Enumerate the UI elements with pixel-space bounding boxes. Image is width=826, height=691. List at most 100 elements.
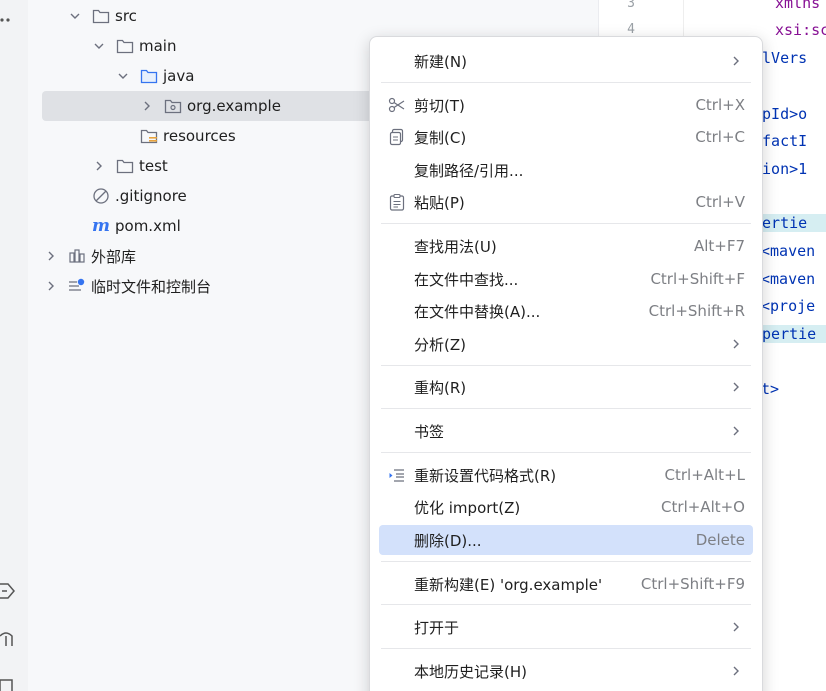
menu-item-analyze[interactable]: 分析(Z)	[379, 329, 753, 359]
chevron-right-icon[interactable]	[44, 249, 58, 263]
maven-icon: m	[92, 216, 110, 236]
menu-item-replace-in-files[interactable]: 在文件中替换(A)... Ctrl+Shift+R	[379, 296, 753, 326]
chevron-down-icon[interactable]	[92, 39, 106, 53]
chevron-right-icon[interactable]	[140, 99, 154, 113]
paste-icon	[388, 193, 406, 211]
menu-separator	[381, 365, 751, 366]
menu-item-label: 删除(D)...	[414, 531, 482, 550]
menu-item-label: 复制(C)	[414, 128, 467, 147]
menu-item-shortcut: Ctrl+Alt+O	[661, 498, 745, 516]
tree-item-label: org.example	[187, 97, 281, 115]
menu-item-find-usages[interactable]: 查找用法(U) Alt+F7	[379, 231, 753, 261]
menu-item-shortcut: Delete	[695, 531, 745, 549]
menu-item-refactor[interactable]: 重构(R)	[379, 372, 753, 402]
package-icon	[164, 97, 182, 115]
menu-item-new[interactable]: 新建(N)	[379, 46, 753, 76]
menu-separator	[381, 223, 751, 224]
menu-item-label: 复制路径/引用...	[414, 161, 524, 180]
tree-item-org-example[interactable]: org.example	[42, 91, 382, 121]
menu-item-label: 重构(R)	[414, 378, 467, 397]
menu-item-label: 新建(N)	[414, 52, 467, 71]
code-token: pertie	[753, 214, 826, 232]
menu-item-label: 剪切(T)	[414, 96, 465, 115]
menu-item-label: 重新构建(E) 'org.example'	[414, 575, 603, 594]
tree-item-main[interactable]: main	[92, 31, 176, 61]
menu-item-label: 本地历史记录(H)	[414, 662, 527, 681]
tree-item-label: java	[163, 67, 195, 85]
chevron-right-icon	[731, 337, 741, 351]
more-icon[interactable]	[0, 8, 18, 26]
menu-item-shortcut: Ctrl+Shift+R	[648, 302, 745, 320]
menu-separator	[381, 561, 751, 562]
code-token: <maven	[761, 270, 816, 288]
tree-item-gitignore[interactable]: .gitignore	[92, 181, 187, 211]
menu-item-label: 书签	[414, 422, 445, 441]
menu-item-shortcut: Ctrl+X	[695, 96, 745, 114]
chevron-right-icon	[731, 664, 741, 678]
menu-item-shortcut: Ctrl+V	[695, 193, 745, 211]
menu-item-label: 在文件中替换(A)...	[414, 302, 541, 321]
tree-item-src[interactable]: src	[68, 1, 137, 31]
tree-item-test[interactable]: test	[92, 151, 168, 181]
services-icon[interactable]	[0, 582, 18, 600]
tree-item-pom[interactable]: m pom.xml	[92, 211, 181, 241]
scissors-icon	[388, 96, 406, 114]
menu-item-delete[interactable]: 删除(D)... Delete	[379, 525, 753, 555]
chevron-right-icon[interactable]	[92, 159, 106, 173]
folder-icon	[116, 37, 134, 55]
menu-item-cut[interactable]: 剪切(T) Ctrl+X	[379, 90, 753, 120]
menu-item-label: 在文件中查找...	[414, 270, 519, 289]
tree-item-label: resources	[163, 127, 236, 145]
line-number: 4	[627, 22, 635, 37]
menu-separator	[381, 604, 751, 605]
menu-item-label: 打开于	[414, 618, 460, 637]
menu-separator	[381, 82, 751, 83]
tree-item-external-libraries[interactable]: 外部库	[44, 241, 136, 271]
menu-item-label: 粘贴(P)	[414, 193, 465, 212]
code-token: <maven	[761, 242, 816, 260]
code-token: opertie	[753, 325, 826, 343]
menu-item-label: 重新设置代码格式(R)	[414, 466, 557, 485]
menu-item-optimize-imports[interactable]: 优化 import(Z) Ctrl+Alt+O	[379, 492, 753, 522]
menu-item-bookmarks[interactable]: 书签	[379, 416, 753, 446]
tree-item-label: main	[139, 37, 177, 55]
chevron-right-icon	[731, 424, 741, 438]
git-icon[interactable]	[0, 630, 18, 648]
menu-item-shortcut: Ctrl+C	[695, 128, 745, 146]
tree-item-resources[interactable]: resources	[140, 121, 236, 151]
ide-window: src main java org.example resources test	[0, 0, 826, 691]
tree-item-label: pom.xml	[115, 217, 181, 235]
menu-item-find-in-files[interactable]: 在文件中查找... Ctrl+Shift+F	[379, 264, 753, 294]
menu-item-local-history[interactable]: 本地历史记录(H)	[379, 656, 753, 686]
menu-item-reformat-code[interactable]: 重新设置代码格式(R) Ctrl+Alt+L	[379, 460, 753, 490]
chevron-right-icon	[731, 380, 741, 394]
reformat-icon	[388, 466, 406, 484]
scratches-icon	[68, 277, 86, 295]
menu-item-paste[interactable]: 粘贴(P) Ctrl+V	[379, 187, 753, 217]
folder-icon	[92, 7, 110, 25]
resources-folder-icon	[140, 127, 158, 145]
chevron-down-icon[interactable]	[116, 69, 130, 83]
menu-item-copy[interactable]: 复制(C) Ctrl+C	[379, 122, 753, 152]
line-number: 3	[627, 0, 635, 11]
copy-icon	[388, 128, 406, 146]
tree-item-label: test	[139, 157, 168, 175]
menu-item-shortcut: Ctrl+Alt+L	[664, 466, 746, 484]
tree-item-label: 外部库	[91, 247, 137, 266]
menu-item-rebuild[interactable]: 重新构建(E) 'org.example' Ctrl+Shift+F9	[379, 569, 753, 599]
tree-item-java[interactable]: java	[116, 61, 194, 91]
code-token: xsi:sc	[775, 21, 826, 39]
chevron-right-icon[interactable]	[44, 279, 58, 293]
tree-item-scratches[interactable]: 临时文件和控制台	[44, 271, 211, 301]
tree-item-label: src	[115, 7, 137, 25]
tree-item-label: .gitignore	[115, 187, 187, 205]
code-token: t>	[761, 380, 780, 398]
menu-item-open-in[interactable]: 打开于	[379, 612, 753, 642]
ignore-file-icon	[92, 187, 110, 205]
terminal-icon[interactable]	[0, 678, 18, 691]
code-token: <proje	[761, 297, 816, 315]
menu-item-copy-path[interactable]: 复制路径/引用...	[379, 155, 753, 185]
source-folder-icon	[140, 67, 158, 85]
chevron-down-icon[interactable]	[68, 9, 82, 23]
chevron-right-icon	[731, 54, 741, 68]
